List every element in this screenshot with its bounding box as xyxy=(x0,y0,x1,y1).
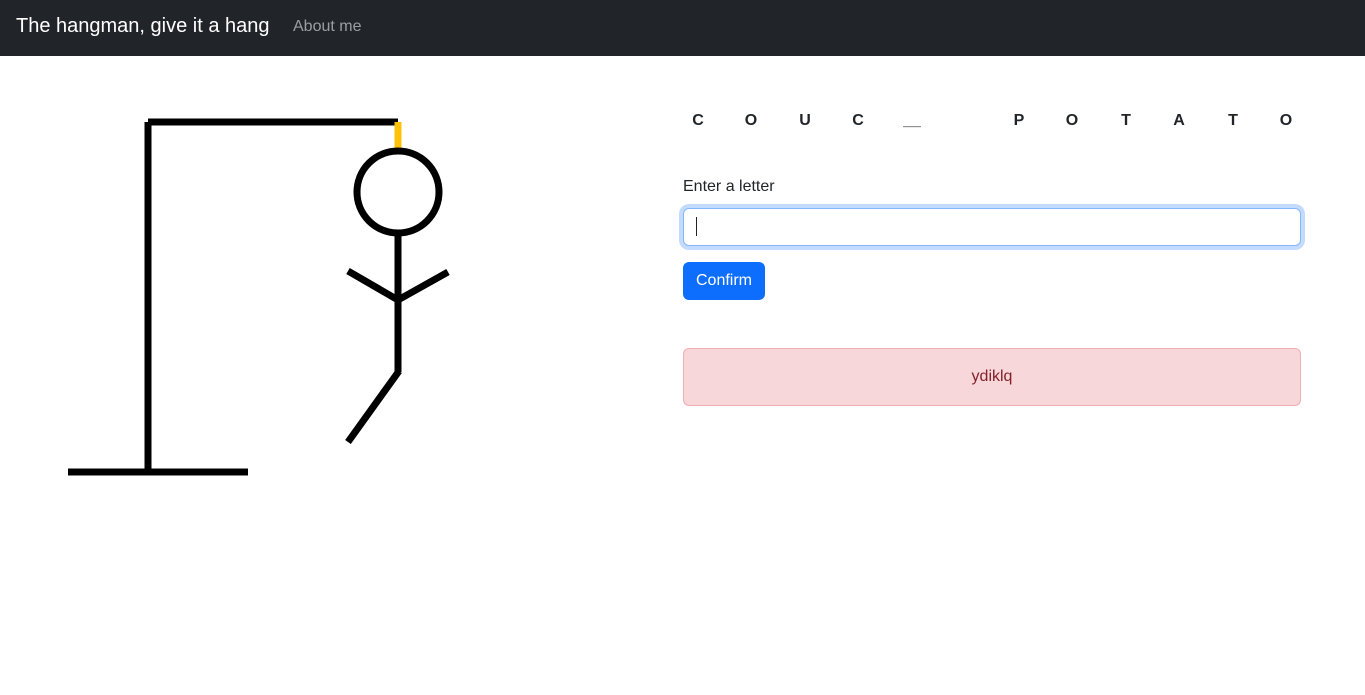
hangman-drawing xyxy=(68,118,450,476)
hangman-head xyxy=(353,147,443,237)
letter-input[interactable] xyxy=(683,208,1301,246)
letter-slot: U xyxy=(799,112,811,129)
word-display: C O U C __ P O T A T O xyxy=(672,112,1312,142)
letter-slot: C xyxy=(852,112,864,129)
brand-title[interactable]: The hangman, give it a hang xyxy=(16,15,270,38)
text-caret xyxy=(696,217,697,236)
confirm-button[interactable]: Confirm xyxy=(683,262,765,300)
hangman-left-leg xyxy=(345,368,402,445)
letter-input-label: Enter a letter xyxy=(683,178,775,195)
hangman-left-arm xyxy=(346,267,400,304)
letter-slot: C xyxy=(692,112,704,129)
letter-slot: O xyxy=(744,112,758,129)
letter-slot: O xyxy=(1279,112,1293,129)
letter-slot: __ xyxy=(903,112,921,129)
wrong-letters-alert: ydiklq xyxy=(683,348,1301,406)
letter-slot: P xyxy=(1013,112,1025,129)
letter-slot: A xyxy=(1173,112,1185,129)
hangman-right-arm xyxy=(396,268,450,304)
letter-slot: O xyxy=(1065,112,1079,129)
navbar: The hangman, give it a hang About me xyxy=(0,0,1365,56)
letter-slot: T xyxy=(1121,112,1131,129)
about-me-link[interactable]: About me xyxy=(293,18,361,36)
letter-slot: T xyxy=(1228,112,1238,129)
